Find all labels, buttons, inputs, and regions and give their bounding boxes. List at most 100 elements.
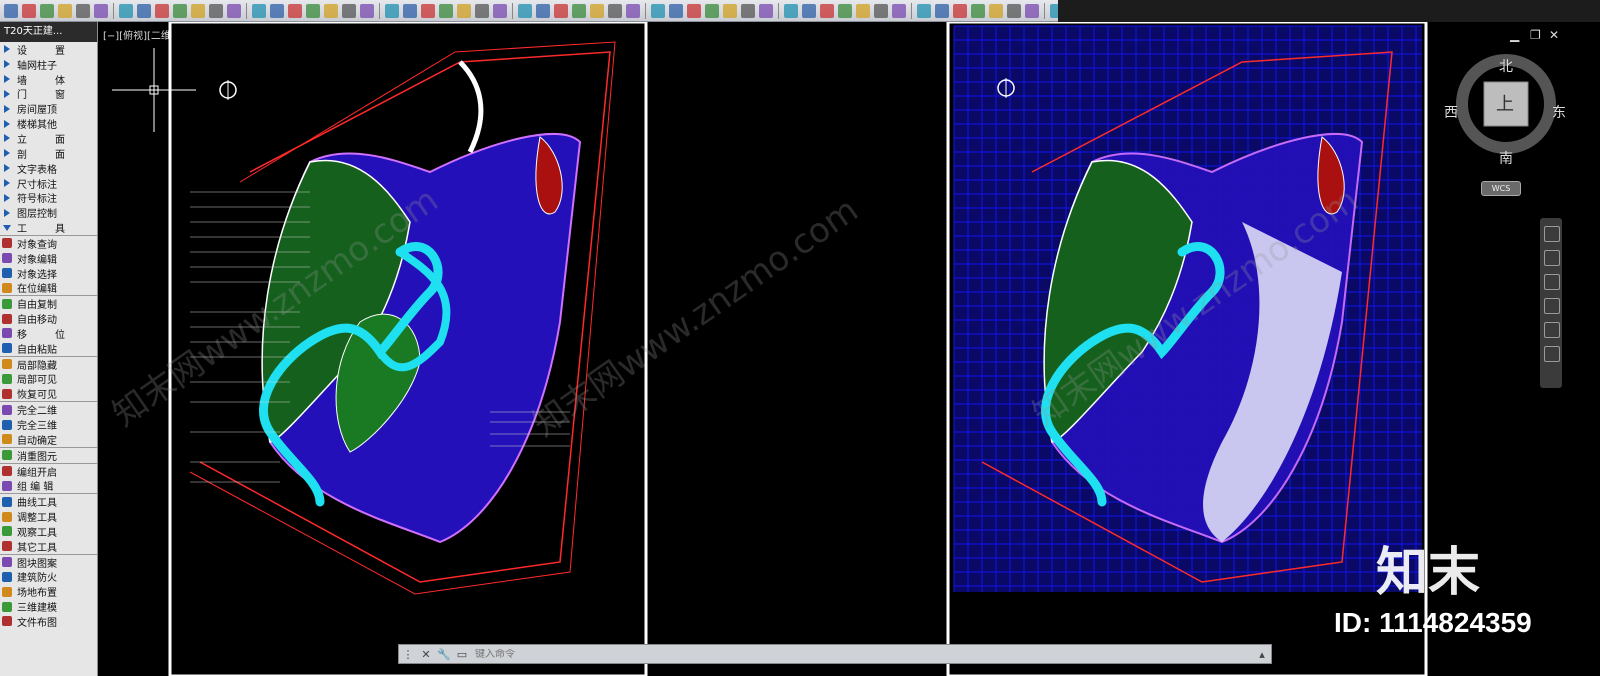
- toolbar-tool-icon[interactable]: [22, 3, 36, 18]
- sidebar-item-text-table[interactable]: 文字表格: [0, 161, 97, 176]
- toolbar-tool-icon[interactable]: [475, 3, 489, 18]
- sidebar-item-3d-model[interactable]: 三维建模: [0, 599, 97, 614]
- toolbar-tool-icon[interactable]: [651, 3, 665, 18]
- toolbar-tool-icon[interactable]: [1025, 3, 1039, 18]
- toolbar-tool-icon[interactable]: [989, 3, 1003, 18]
- sidebar-item-3d[interactable]: 完全三维: [0, 417, 97, 432]
- toolbar-tool-icon[interactable]: [324, 3, 338, 18]
- viewcube-south[interactable]: 南: [1499, 148, 1513, 168]
- sidebar-item-room-roof[interactable]: 房间屋顶: [0, 101, 97, 116]
- sidebar-item-wall[interactable]: 墙 体: [0, 72, 97, 87]
- sidebar-item-group-on[interactable]: 编组开启: [0, 462, 97, 479]
- toolbar-tool-icon[interactable]: [40, 3, 54, 18]
- toolbar-tool-icon[interactable]: [191, 3, 205, 18]
- toolbar-tool-icon[interactable]: [784, 3, 798, 18]
- sidebar-item-dimension[interactable]: 尺寸标注: [0, 176, 97, 191]
- toolbar-tool-icon[interactable]: [360, 3, 374, 18]
- sidebar-item-stairs[interactable]: 楼梯其他: [0, 116, 97, 131]
- toolbar-tool-icon[interactable]: [76, 3, 90, 18]
- toolbar-tool-icon[interactable]: [439, 3, 453, 18]
- sidebar-item-copy[interactable]: 自由复制: [0, 295, 97, 311]
- sidebar-item-select[interactable]: 对象选择: [0, 266, 97, 281]
- sidebar-item-auto[interactable]: 自动确定: [0, 432, 97, 447]
- toolbar-tool-icon[interactable]: [457, 3, 471, 18]
- toolbar-tool-icon[interactable]: [421, 3, 435, 18]
- toolbar-tool-icon[interactable]: [802, 3, 816, 18]
- toolbar-tool-icon[interactable]: [137, 3, 151, 18]
- wrench-icon[interactable]: 🔧: [435, 645, 453, 663]
- toolbar-tool-icon[interactable]: [493, 3, 507, 18]
- toolbar-tool-icon[interactable]: [306, 3, 320, 18]
- close-icon[interactable]: ✕: [417, 645, 435, 663]
- sidebar-item-other-tools[interactable]: 其它工具: [0, 539, 97, 554]
- toolbar-tool-icon[interactable]: [119, 3, 133, 18]
- command-history-icon[interactable]: ▭: [453, 645, 471, 663]
- toolbar-tool-icon[interactable]: [270, 3, 284, 18]
- sidebar-item-site[interactable]: 场地布置: [0, 584, 97, 599]
- toolbar-tool-icon[interactable]: [874, 3, 888, 18]
- sidebar-item-elevation[interactable]: 立 面: [0, 131, 97, 146]
- toolbar-tool-icon[interactable]: [209, 3, 223, 18]
- toolbar-tool-icon[interactable]: [820, 3, 834, 18]
- toolbar-tool-icon[interactable]: [687, 3, 701, 18]
- sidebar-item-dedupe[interactable]: 消重图元: [0, 446, 97, 463]
- toolbar-tool-icon[interactable]: [953, 3, 967, 18]
- chevron-up-icon[interactable]: ▴: [1253, 645, 1271, 663]
- sidebar-item-2d[interactable]: 完全二维: [0, 401, 97, 417]
- sidebar-item-settings[interactable]: 设 置: [0, 42, 97, 57]
- sidebar-item-hide[interactable]: 局部隐藏: [0, 355, 97, 372]
- sidebar-item-section[interactable]: 剖 面: [0, 146, 97, 161]
- toolbar-tool-icon[interactable]: [572, 3, 586, 18]
- toolbar-tool-icon[interactable]: [626, 3, 640, 18]
- sidebar-item-symbol[interactable]: 符号标注: [0, 190, 97, 205]
- sidebar-item-query[interactable]: 对象查询: [0, 234, 97, 251]
- toolbar-tool-icon[interactable]: [252, 3, 266, 18]
- toolbar-tool-icon[interactable]: [227, 3, 241, 18]
- viewcube-north[interactable]: 北: [1499, 56, 1513, 76]
- toolbar-tool-icon[interactable]: [759, 3, 773, 18]
- sidebar-item-block[interactable]: 图块图案: [0, 553, 97, 570]
- command-input[interactable]: [471, 648, 1079, 660]
- toolbar-tool-icon[interactable]: [554, 3, 568, 18]
- sidebar-item-adjust[interactable]: 调整工具: [0, 509, 97, 524]
- toolbar-tool-icon[interactable]: [892, 3, 906, 18]
- sidebar-item-show[interactable]: 局部可见: [0, 372, 97, 386]
- toolbar-tool-icon[interactable]: [94, 3, 108, 18]
- showmotion-icon[interactable]: [1544, 322, 1560, 338]
- nav-options-icon[interactable]: [1544, 346, 1560, 362]
- toolbar-tool-icon[interactable]: [705, 3, 719, 18]
- viewcube-east[interactable]: 东: [1552, 102, 1566, 122]
- sidebar-item-move[interactable]: 移 位: [0, 326, 97, 341]
- toolbar-tool-icon[interactable]: [723, 3, 737, 18]
- toolbar-tool-icon[interactable]: [155, 3, 169, 18]
- sidebar-item-restore[interactable]: 恢复可见: [0, 386, 97, 401]
- sidebar-item-file-layout[interactable]: 文件布图: [0, 614, 97, 629]
- toolbar-tool-icon[interactable]: [838, 3, 852, 18]
- toolbar-tool-icon[interactable]: [935, 3, 949, 18]
- steering-wheel-icon[interactable]: [1544, 226, 1560, 242]
- pan-icon[interactable]: [1544, 250, 1560, 266]
- sidebar-item-edit[interactable]: 对象编辑: [0, 251, 97, 266]
- toolbar-tool-icon[interactable]: [971, 3, 985, 18]
- toolbar-tool-icon[interactable]: [58, 3, 72, 18]
- viewcube-west[interactable]: 西: [1444, 102, 1458, 122]
- sidebar-item-axis-grid[interactable]: 轴网柱子: [0, 57, 97, 72]
- toolbar-tool-icon[interactable]: [288, 3, 302, 18]
- toolbar-tool-icon[interactable]: [173, 3, 187, 18]
- restore-icon[interactable]: ❐: [1530, 28, 1541, 42]
- toolbar-tool-icon[interactable]: [518, 3, 532, 18]
- viewcube-top[interactable]: 上: [1496, 90, 1514, 116]
- toolbar-tool-icon[interactable]: [385, 3, 399, 18]
- sidebar-item-move-free[interactable]: 自由移动: [0, 311, 97, 326]
- close-icon[interactable]: ✕: [1549, 28, 1559, 42]
- sidebar-item-door-window[interactable]: 门 窗: [0, 87, 97, 101]
- zoom-icon[interactable]: [1544, 274, 1560, 290]
- sidebar-item-group-edit[interactable]: 组 编 辑: [0, 478, 97, 493]
- toolbar-tool-icon[interactable]: [856, 3, 870, 18]
- toolbar-tool-icon[interactable]: [917, 3, 931, 18]
- sidebar-item-curve[interactable]: 曲线工具: [0, 493, 97, 509]
- toolbar-tool-icon[interactable]: [403, 3, 417, 18]
- viewcube[interactable]: 上 北 南 西 东: [1444, 48, 1566, 167]
- wcs-menu[interactable]: WCS: [1481, 181, 1521, 196]
- sidebar-item-view[interactable]: 观察工具: [0, 524, 97, 539]
